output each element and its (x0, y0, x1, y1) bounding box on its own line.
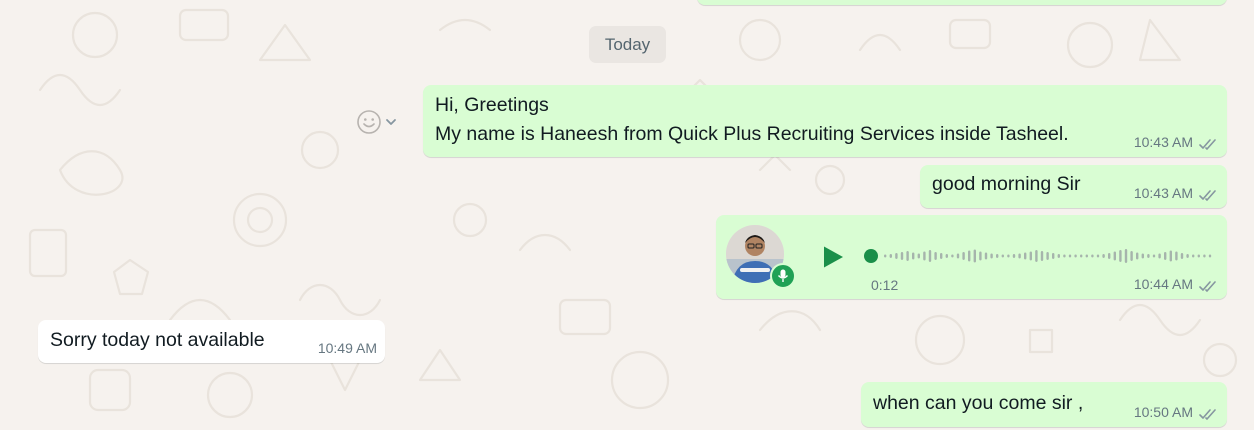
waveform-bar (956, 253, 960, 259)
waveform-bar (884, 254, 887, 258)
message-bubble-outgoing[interactable]: when can you come sir , 10:50 AM (861, 382, 1227, 427)
message-meta: 10:43 AM (1134, 185, 1217, 201)
waveform-bar (1147, 254, 1150, 258)
waveform-bar (1158, 253, 1161, 259)
waveform-bar (951, 254, 954, 258)
waveform-bar (1074, 254, 1077, 258)
double-check-icon (1199, 188, 1217, 201)
waveform-bar (1136, 252, 1139, 260)
waveform-bar (1152, 254, 1156, 258)
waveform-bar (1029, 251, 1032, 261)
waveform-bar (1175, 251, 1178, 261)
waveform-bar (1057, 254, 1060, 258)
waveform-bar (973, 249, 976, 263)
message-meta: 10:49 AM (318, 340, 377, 356)
voice-waveform[interactable] (864, 245, 1216, 267)
waveform-bar (990, 253, 993, 259)
waveform-bar (928, 250, 932, 262)
waveform-bar (940, 253, 943, 259)
message-reaction-button[interactable] (345, 103, 409, 141)
message-bubble-outgoing[interactable]: Hi, Greetings My name is Haneesh from Qu… (423, 85, 1227, 157)
message-meta: 10:50 AM (1134, 404, 1217, 420)
waveform-bar (962, 252, 965, 260)
chevron-down-icon[interactable] (384, 115, 398, 129)
message-bubble-outgoing[interactable]: good morning Sir 10:43 AM (920, 165, 1227, 208)
voice-progress-handle[interactable] (864, 249, 878, 263)
waveform-bar (1141, 253, 1144, 259)
date-divider: Today (589, 26, 666, 63)
waveform-bar (1096, 254, 1100, 258)
message-text: good morning Sir (932, 173, 1081, 195)
waveform-bar (1102, 254, 1105, 258)
waveform-bar (900, 252, 904, 260)
waveform-bar (1040, 251, 1044, 261)
message-bubble-incoming[interactable]: Sorry today not available 10:49 AM (38, 320, 385, 363)
waveform-bar (1108, 253, 1111, 259)
waveform-bar (1007, 254, 1010, 258)
waveform-bar (1091, 254, 1094, 258)
waveform-bar (934, 252, 937, 260)
message-time: 10:49 AM (317, 340, 377, 356)
waveform-bar (1180, 253, 1184, 259)
double-check-icon (1199, 279, 1217, 292)
waveform-bar (1035, 250, 1038, 262)
message-meta: 10:43 AM (1134, 134, 1217, 150)
waveform-bar (1063, 254, 1066, 258)
waveform-bar (1046, 252, 1049, 260)
waveform-bar (1208, 254, 1212, 258)
waveform-bar (1001, 254, 1004, 258)
waveform-bar (917, 253, 920, 259)
waveform-bar (1080, 254, 1083, 258)
waveform-bar (1113, 251, 1116, 261)
message-text-line: My name is Haneesh from Quick Plus Recru… (435, 123, 1069, 145)
message-time: 10:44 AM (1133, 276, 1193, 292)
waveform-bar (912, 252, 915, 260)
waveform-bar (1192, 254, 1195, 258)
waveform-bar (1197, 254, 1200, 258)
waveform-bar (1119, 250, 1122, 262)
waveform-bar (996, 254, 999, 258)
waveform-bar (1068, 254, 1072, 258)
waveform-bar (1203, 254, 1206, 258)
waveform-bar (923, 251, 926, 261)
smiley-icon[interactable] (356, 109, 382, 135)
waveform-bar (1124, 249, 1128, 263)
message-text-line: Hi, Greetings (435, 94, 549, 116)
waveform-bar (895, 253, 898, 259)
message-meta: 10:44 AM (1134, 276, 1217, 292)
message-time: 10:50 AM (1133, 404, 1193, 420)
message-time: 10:43 AM (1133, 185, 1193, 201)
voice-message-bubble[interactable]: 0:12 10:44 AM (716, 215, 1227, 299)
waveform-bar (1164, 252, 1167, 260)
message-time: 10:43 AM (1133, 134, 1193, 150)
waveform-bar (1052, 253, 1055, 259)
waveform-bar (889, 254, 892, 258)
waveform-bar (1085, 254, 1088, 258)
waveform-bar (984, 252, 988, 260)
play-icon[interactable] (820, 243, 846, 271)
waveform-bar (979, 251, 982, 261)
double-check-icon (1199, 407, 1217, 420)
waveform-bar (1130, 251, 1133, 261)
message-text: Sorry today not available (50, 329, 265, 351)
waveform-bar (1024, 252, 1027, 260)
waveform-bar (968, 250, 971, 262)
mic-icon (770, 263, 796, 289)
waveform-bar (945, 254, 948, 258)
voice-duration: 0:12 (871, 277, 899, 293)
waveform-bar (1012, 254, 1016, 258)
waveform-bar (906, 251, 909, 261)
message-bubble-previous (697, 0, 1227, 5)
waveform-bar (1018, 253, 1021, 259)
waveform-bar (1169, 250, 1172, 262)
waveform-bar (1186, 254, 1189, 258)
double-check-icon (1199, 137, 1217, 150)
message-text: when can you come sir , (873, 392, 1084, 414)
